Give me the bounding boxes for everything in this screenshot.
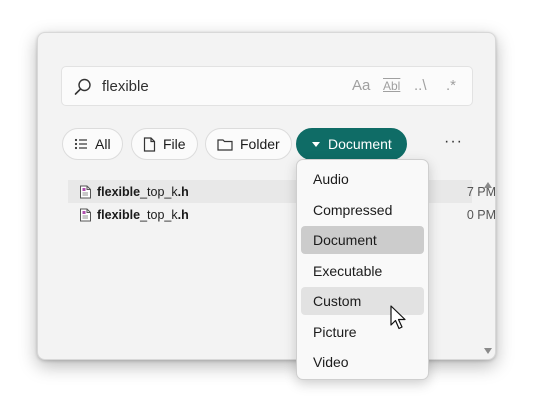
path-toggle[interactable]: ..\: [414, 77, 427, 94]
result-name: flexible_top_k.h: [97, 184, 189, 199]
filter-all-label: All: [95, 136, 111, 152]
more-options-button[interactable]: ···: [444, 133, 463, 151]
scroll-down-arrow-icon[interactable]: [484, 348, 492, 354]
filter-folder-label: Folder: [240, 136, 280, 152]
filter-document-dropdown[interactable]: Document: [296, 128, 407, 160]
menu-item-compressed[interactable]: Compressed: [301, 196, 424, 224]
menu-item-executable[interactable]: Executable: [301, 257, 424, 285]
scrollbar[interactable]: [484, 180, 492, 356]
file-icon: [143, 136, 156, 152]
menu-item-video[interactable]: Video: [301, 348, 424, 376]
search-box[interactable]: flexible Aa Abl ..\ .*: [61, 66, 473, 106]
header-file-icon: [80, 208, 91, 221]
scroll-up-arrow-icon[interactable]: [484, 182, 492, 188]
filter-document-label: Document: [328, 136, 392, 152]
match-case-toggle[interactable]: Aa: [352, 77, 370, 94]
menu-item-audio[interactable]: Audio: [301, 165, 424, 193]
header-file-icon: [80, 185, 91, 198]
folder-icon: [217, 138, 233, 151]
menu-item-document[interactable]: Document: [301, 226, 424, 254]
whole-word-toggle[interactable]: Abl: [383, 79, 400, 93]
search-input[interactable]: flexible: [102, 78, 149, 95]
search-icon: [74, 78, 91, 95]
result-name: flexible_top_k.h: [97, 207, 189, 222]
mouse-pointer-icon: [390, 305, 406, 330]
document-type-menu: Audio Compressed Document Executable Cus…: [296, 159, 429, 380]
filter-folder-chip[interactable]: Folder: [205, 128, 292, 160]
filter-file-label: File: [163, 136, 186, 152]
filter-file-chip[interactable]: File: [131, 128, 198, 160]
filter-all-chip[interactable]: All: [62, 128, 123, 160]
list-icon: [74, 138, 87, 150]
caret-down-icon: [312, 141, 320, 147]
regex-toggle[interactable]: .*: [446, 77, 456, 94]
